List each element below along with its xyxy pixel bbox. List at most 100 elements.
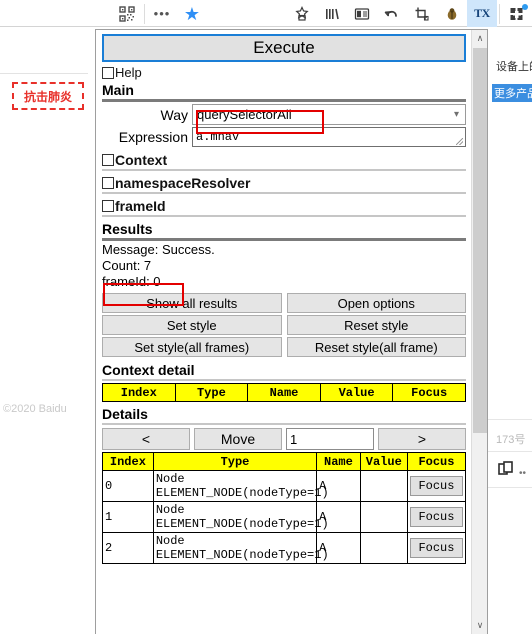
scroll-up-arrow-icon[interactable]: ∧	[472, 30, 487, 47]
frameid-label: frameId	[115, 198, 166, 214]
context-detail-header-type: Type	[174, 383, 249, 402]
set-style-button[interactable]: Set style	[102, 315, 282, 335]
promo-badge-label: 抗击肺炎	[23, 89, 72, 104]
library-icon[interactable]	[317, 0, 347, 27]
details-cell-type: Node ELEMENT_NODE(nodeType=1)	[152, 470, 329, 502]
pager-move-button[interactable]: Move	[194, 428, 282, 450]
tx-extension-icon[interactable]: TX	[467, 0, 497, 27]
qrcode-icon[interactable]	[112, 0, 142, 27]
results-actions: Show all results Open options Set style …	[102, 293, 466, 357]
details-cell-value	[359, 501, 408, 533]
reset-style-button[interactable]: Reset style	[286, 315, 466, 335]
bug-extension-icon[interactable]	[437, 0, 467, 27]
table-row: 0 Node ELEMENT_NODE(nodeType=1) A Focus	[102, 470, 467, 502]
bg-dots-icon: ••	[519, 468, 527, 479]
frameid-checkbox[interactable]	[102, 200, 114, 212]
screenshot-crop-icon[interactable]	[407, 0, 437, 27]
frameid-divider	[102, 215, 466, 217]
promo-badge[interactable]: 抗击肺炎	[12, 82, 84, 110]
scroll-down-arrow-icon[interactable]: ∨	[472, 617, 487, 634]
details-divider	[102, 423, 466, 425]
help-label: Help	[115, 65, 142, 80]
help-checkbox-row[interactable]: Help	[102, 65, 466, 80]
main-section-title: Main	[102, 82, 134, 98]
details-cell-index: 2	[102, 532, 154, 564]
main-divider	[102, 99, 466, 102]
set-style-all-frames-button[interactable]: Set style(all frames)	[102, 337, 282, 357]
expression-field-row: Expression a.mnav	[102, 127, 466, 147]
bg-divider	[0, 73, 88, 74]
execute-button[interactable]: Execute	[102, 34, 466, 62]
bg-divider-b	[484, 451, 532, 452]
focus-button[interactable]: Focus	[409, 538, 463, 558]
details-cell-index: 1	[102, 501, 154, 533]
more-dots-icon[interactable]: •••	[147, 0, 177, 27]
favorite-star-icon[interactable]: ★	[177, 0, 207, 27]
chevron-down-icon: ▾	[453, 109, 459, 120]
context-detail-header-focus: Focus	[392, 383, 466, 402]
details-header-name: Name	[316, 452, 361, 471]
focus-button[interactable]: Focus	[409, 476, 463, 496]
way-field-row: Way querySelectorAll ▾	[102, 104, 466, 125]
namespace-resolver-checkbox-row[interactable]: namespaceResolver	[102, 175, 466, 191]
details-table: Index Type Name Value Focus 0 Node ELEME…	[102, 452, 467, 564]
pager-next-button[interactable]: >	[378, 428, 466, 450]
details-title: Details	[102, 406, 148, 422]
details-cell-index: 0	[102, 470, 154, 502]
way-select[interactable]: querySelectorAll ▾	[192, 104, 466, 125]
context-detail-header-name: Name	[247, 383, 321, 402]
bg-number-label: 173号	[496, 434, 526, 446]
results-section-title: Results	[102, 221, 153, 237]
bg-right-label: 设备上的	[496, 61, 532, 73]
way-label: Way	[160, 106, 188, 123]
context-detail-table: Index Type Name Value Focus	[102, 383, 466, 402]
context-detail-header-value: Value	[319, 383, 394, 402]
scrollbar-thumb[interactable]	[473, 48, 487, 433]
context-checkbox[interactable]	[102, 154, 114, 166]
table-row: 2 Node ELEMENT_NODE(nodeType=1) A Focus	[102, 532, 467, 564]
show-all-results-button[interactable]: Show all results	[102, 293, 282, 313]
results-divider	[102, 238, 466, 241]
open-options-button[interactable]: Open options	[286, 293, 466, 313]
expression-input[interactable]: a.mnav	[192, 127, 466, 147]
details-cell-type: Node ELEMENT_NODE(nodeType=1)	[152, 532, 329, 564]
extensions-badge-dot	[522, 4, 528, 10]
toolbar-left-group: ••• ★	[112, 0, 207, 27]
details-cell-value	[359, 532, 408, 564]
panel-content: Execute Help Main Way querySelectorAll ▾…	[96, 30, 472, 634]
reset-style-all-frames-button[interactable]: Reset style(all frame)	[286, 337, 466, 357]
context-checkbox-row[interactable]: Context	[102, 152, 466, 168]
context-detail-header-row: Index Type Name Value Focus	[102, 383, 466, 402]
expression-input-value: a.mnav	[196, 130, 240, 144]
bg-more-products-link[interactable]: 更多产品	[492, 84, 532, 102]
results-count: Count: 7	[102, 258, 152, 273]
context-divider	[102, 169, 466, 171]
panel-scrollbar[interactable]: ∧ ∨	[471, 30, 487, 634]
help-checkbox[interactable]	[102, 66, 114, 79]
details-cell-focus: Focus	[406, 470, 467, 502]
copyright-text: ©2020 Baidu	[3, 403, 67, 415]
undo-arrow-icon[interactable]	[377, 0, 407, 27]
copy-icon[interactable]	[498, 461, 514, 477]
way-select-value: querySelectorAll	[197, 107, 292, 122]
details-cell-focus: Focus	[406, 501, 467, 533]
context-detail-divider	[102, 379, 466, 381]
details-cell-focus: Focus	[406, 532, 467, 564]
reader-view-icon[interactable]	[347, 0, 377, 27]
favorite-star-glyph: ★	[183, 3, 201, 24]
pager-page-input[interactable]: 1	[286, 428, 374, 450]
tx-extension-label: TX	[474, 6, 490, 20]
frameid-checkbox-row[interactable]: frameId	[102, 198, 466, 214]
screen: 抗击肺炎 ©2020 Baidu 设备上的 更多产品 173号 ••	[0, 0, 532, 634]
pager-prev-button[interactable]: <	[102, 428, 190, 450]
bg-divider-c	[484, 487, 532, 488]
bookmark-star-icon[interactable]	[287, 0, 317, 27]
resize-grip-icon[interactable]	[456, 138, 463, 145]
focus-button[interactable]: Focus	[409, 507, 463, 527]
details-header-type: Type	[152, 452, 318, 471]
details-cell-type: Node ELEMENT_NODE(nodeType=1)	[152, 501, 329, 533]
bg-divider-a	[484, 419, 532, 420]
extensions-puzzle-icon[interactable]	[502, 0, 532, 27]
namespace-resolver-checkbox[interactable]	[102, 177, 114, 189]
toolbar-right-group: TX	[287, 0, 532, 27]
